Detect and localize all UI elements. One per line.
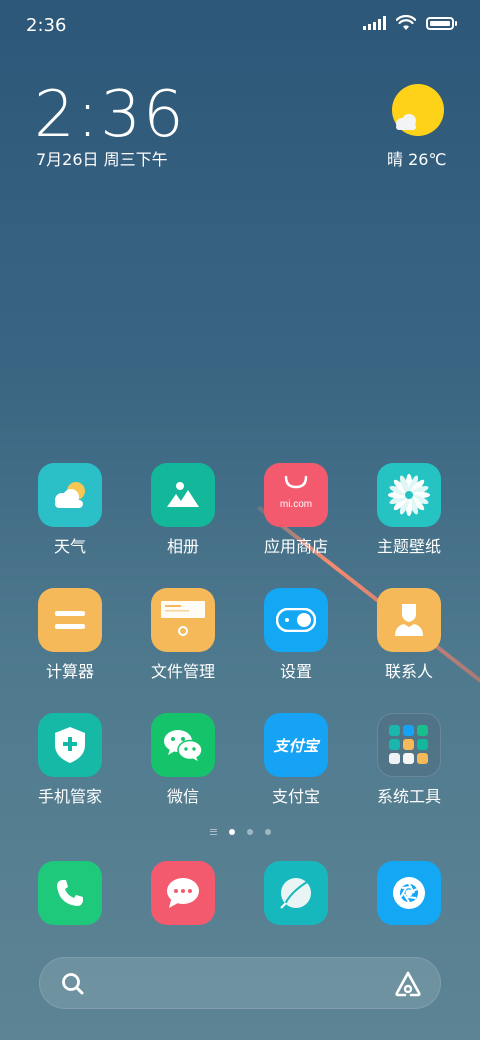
signal-icon: [363, 16, 386, 30]
app-label: 计算器: [45, 662, 94, 681]
app-file-manager[interactable]: 文件管理: [128, 588, 238, 682]
phone-icon[interactable]: [38, 861, 102, 925]
alipay-brand: 支付宝: [273, 736, 319, 755]
status-bar: 2:36: [0, 0, 480, 50]
status-icons: [363, 15, 457, 31]
app-label: 联系人: [384, 662, 433, 681]
app-calculator[interactable]: 计算器: [15, 588, 125, 682]
sunny-cloud-icon[interactable]: [392, 84, 444, 136]
wifi-icon: [396, 15, 416, 30]
app-label: 相册: [166, 537, 199, 556]
gallery-icon: [151, 463, 215, 527]
calculator-icon: [38, 588, 102, 652]
page-list-icon[interactable]: [209, 829, 217, 835]
app-label: 主题壁纸: [376, 537, 441, 556]
app-label: 微信: [166, 787, 199, 806]
messages-icon[interactable]: [151, 861, 215, 925]
contacts-icon: [377, 588, 441, 652]
weather-icon: [38, 463, 102, 527]
app-label: 文件管理: [150, 662, 215, 681]
clock-time[interactable]: 2:36: [34, 78, 186, 152]
security-icon: [38, 713, 102, 777]
app-alipay[interactable]: 支付宝 支付宝: [241, 713, 351, 807]
app-store-brand: mi.com: [280, 499, 312, 510]
folder-icon: [377, 713, 441, 777]
browser-icon[interactable]: [264, 861, 328, 925]
app-label: 手机管家: [37, 787, 102, 806]
settings-icon: [264, 588, 328, 652]
status-time: 2:36: [26, 15, 67, 36]
app-settings[interactable]: 设置: [241, 588, 351, 682]
page-dot[interactable]: [246, 829, 253, 835]
themes-icon: [377, 463, 441, 527]
file-manager-icon: [151, 588, 215, 652]
battery-icon: [426, 16, 457, 30]
app-label: 设置: [279, 662, 312, 681]
app-themes[interactable]: 主题壁纸: [354, 463, 464, 557]
app-contacts[interactable]: 联系人: [354, 588, 464, 682]
page-indicator[interactable]: [0, 829, 480, 835]
wechat-icon: [151, 713, 215, 777]
page-dot[interactable]: [228, 829, 235, 835]
app-label: 应用商店: [263, 537, 328, 556]
app-store-icon: mi.com: [264, 463, 328, 527]
app-store[interactable]: mi.com 应用商店: [241, 463, 351, 557]
alipay-icon: 支付宝: [264, 713, 328, 777]
weather-text[interactable]: 晴 26℃: [387, 146, 446, 170]
app-gallery[interactable]: 相册: [128, 463, 238, 557]
page-dot[interactable]: [264, 829, 271, 835]
app-weather[interactable]: 天气: [15, 463, 125, 557]
app-security[interactable]: 手机管家: [15, 713, 125, 807]
search-icon[interactable]: [60, 971, 86, 997]
app-label: 系统工具: [376, 787, 441, 806]
camera-icon[interactable]: [377, 861, 441, 925]
app-label: 支付宝: [271, 787, 320, 806]
assistant-icon[interactable]: [394, 970, 422, 998]
app-wechat[interactable]: 微信: [128, 713, 238, 807]
search-bar[interactable]: [39, 957, 441, 1009]
clock-date[interactable]: 7月26日 周三下午: [36, 146, 168, 170]
app-label: 天气: [53, 537, 86, 556]
app-folder-system-tools[interactable]: 系统工具: [354, 713, 464, 807]
